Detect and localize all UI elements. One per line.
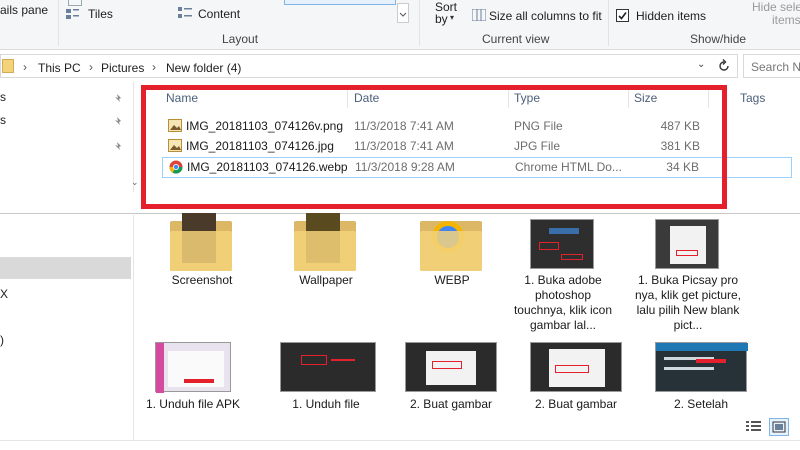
size-all-columns-button[interactable]: Size all columns to fit	[489, 9, 602, 23]
image-thumbnail[interactable]	[405, 342, 497, 392]
tile-label: 2. Buat gambar	[534, 397, 618, 411]
hidden-items-label: Hidden items	[636, 9, 707, 23]
image-thumbnail[interactable]	[655, 342, 748, 392]
layout-selected-option[interactable]	[284, 0, 396, 5]
tile-label: 2. Setelah	[673, 397, 729, 411]
hide-selected-items-label-2: items	[772, 13, 800, 27]
tiles-icon-top	[68, 0, 82, 6]
content-option[interactable]: Content	[198, 7, 240, 21]
content-icon	[178, 6, 192, 20]
large-icons-view-toggle-icon[interactable]	[769, 418, 789, 436]
search-box[interactable]: Search N	[743, 54, 800, 78]
status-bar	[0, 440, 800, 450]
folder-thumbnail-screenshot[interactable]	[170, 213, 232, 271]
search-input[interactable]: Search N	[751, 60, 800, 74]
breadcrumb-pictures[interactable]: Pictures	[101, 61, 144, 75]
sort-by-label: by	[435, 12, 448, 26]
show-hide-group-label: Show/hide	[690, 32, 747, 46]
tile-label: 2. Buat gambar	[409, 397, 493, 411]
image-thumbnail[interactable]	[655, 219, 719, 269]
tile-label: 1. Unduh file	[292, 397, 360, 411]
nav-scroll-down-icon[interactable]: ⌄	[131, 177, 139, 188]
pin-icon[interactable]	[114, 92, 124, 102]
tile-label: 1. Buka adobe photoshop touchnya, klik i…	[513, 273, 613, 332]
tile-label: 1. Unduh file APK	[145, 397, 241, 411]
image-thumbnail[interactable]	[280, 342, 376, 392]
refresh-icon[interactable]	[715, 57, 733, 75]
nav-item-1[interactable]: X	[0, 287, 8, 301]
breadcrumb-separator-icon: ›	[152, 60, 156, 74]
tile-label: Wallpaper	[299, 273, 353, 287]
nav-selected-item[interactable]	[0, 257, 131, 279]
image-thumbnail[interactable]	[155, 342, 231, 393]
layout-group-label: Layout	[222, 32, 259, 46]
details-view-toggle-icon[interactable]	[745, 418, 765, 436]
pin-icon[interactable]	[114, 140, 124, 150]
tiles-option[interactable]: Tiles	[88, 7, 113, 21]
nav-item-quick-access-2[interactable]: s	[0, 113, 6, 127]
image-thumbnail[interactable]	[530, 342, 622, 392]
breadcrumb-current-folder[interactable]: New folder (4)	[166, 61, 241, 75]
nav-item-quick-access-1[interactable]: s	[0, 90, 6, 104]
hidden-items-checkbox[interactable]	[616, 9, 629, 22]
breadcrumb-separator-icon: ›	[23, 60, 27, 74]
image-thumbnail[interactable]	[530, 219, 594, 269]
ribbon: ails pane Tiles Content Layout Sort by ▾…	[0, 0, 800, 50]
nav-item-2[interactable]: )	[0, 333, 4, 347]
folder-thumbnail-webp[interactable]	[420, 221, 482, 271]
sort-chevron-icon: ▾	[450, 13, 455, 22]
breadcrumb-separator-icon: ›	[89, 60, 93, 74]
large-icons-view: X ) Screenshot Wallpaper WEBP 1. Buka ad…	[0, 213, 800, 450]
size-columns-icon	[471, 8, 487, 22]
hide-selected-items-button[interactable]: Hide selec	[752, 0, 800, 14]
tile-label: Screenshot	[171, 273, 233, 287]
address-bar[interactable]: › This PC › Pictures › New folder (4) ⌄	[0, 54, 738, 78]
breadcrumb-this-pc[interactable]: This PC	[38, 61, 81, 75]
folder-icon	[2, 59, 14, 73]
address-bar-row: › This PC › Pictures › New folder (4) ⌄ …	[0, 52, 800, 80]
tiles-icon	[66, 8, 80, 20]
highlight-annotation-box	[141, 85, 727, 209]
address-history-dropdown-icon[interactable]: ⌄	[697, 59, 705, 70]
tile-label: 1. Buka Picsay pro nya, klik get picture…	[634, 273, 742, 332]
column-header-tags[interactable]: Tags	[740, 91, 765, 105]
details-pane-button[interactable]: ails pane	[0, 3, 48, 17]
current-view-group-label: Current view	[482, 32, 550, 46]
layout-gallery-expand[interactable]	[397, 3, 409, 23]
tile-label: WEBP	[434, 273, 470, 287]
pin-icon[interactable]	[114, 115, 124, 125]
folder-thumbnail-wallpaper[interactable]	[294, 213, 356, 271]
